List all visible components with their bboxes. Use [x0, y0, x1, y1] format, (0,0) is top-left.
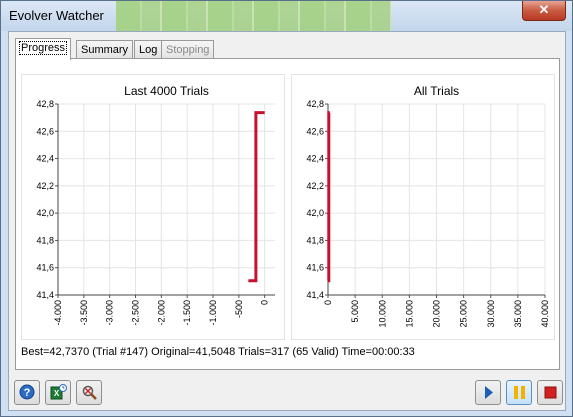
- y-tick-label: 41,8: [36, 235, 54, 245]
- x-tick-label: 25.000: [459, 300, 469, 328]
- zoom-icon: [82, 385, 97, 400]
- x-tick-label: 30.000: [486, 300, 496, 328]
- chart-last-trials-svg: Last 4000 Trials 41,4 41,6 41,8 42,0 42,2 42,4…: [36, 84, 275, 326]
- chart-all-trials-svg: All Trials 41,4 41,6 41,8 42,0 42,2 42,4 42,6 42…: [306, 84, 550, 328]
- series-line: [327, 111, 331, 283]
- y-tick-label: 42,8: [306, 99, 324, 109]
- series-line: [248, 111, 265, 283]
- close-button[interactable]: ✕: [522, 1, 566, 21]
- window-title: Evolver Watcher: [9, 8, 104, 23]
- x-tick-label: 40.000: [540, 300, 550, 328]
- y-tick-label: 42,8: [36, 99, 54, 109]
- pause-button[interactable]: [506, 380, 532, 405]
- x-tick-label: -3.000: [105, 300, 115, 326]
- y-tick-label: 41,8: [306, 235, 324, 245]
- svg-text:X: X: [54, 389, 60, 398]
- bottom-toolbar: ? X: [9, 373, 565, 410]
- x-tick-label: 15.000: [404, 300, 414, 328]
- tab-log-label: Log: [139, 44, 158, 56]
- x-tick-label: -4.000: [53, 300, 63, 326]
- x-tick-label: -500: [234, 300, 244, 318]
- stop-icon: [544, 386, 557, 399]
- excel-report-icon: X: [50, 384, 67, 400]
- x-tick-label: 0: [260, 300, 270, 305]
- pause-icon: [514, 386, 525, 399]
- y-tick-label: 42,2: [36, 181, 54, 191]
- tab-log[interactable]: Log: [134, 40, 163, 59]
- x-tick-label: 0: [323, 300, 333, 305]
- y-tick-label: 42,4: [36, 154, 54, 164]
- y-tick-label: 42,6: [306, 126, 324, 136]
- svg-text:?: ?: [24, 387, 31, 399]
- x-tick-label: -2.000: [156, 300, 166, 326]
- help-button[interactable]: ?: [14, 380, 40, 405]
- y-tick-label: 41,6: [306, 263, 324, 273]
- client-area: Progress Summary Log Stopping Options La…: [8, 31, 566, 411]
- progress-panel: Last 4000 Trials 41,4 41,6 41,8 42,0 42,2 42,4…: [15, 58, 560, 370]
- title-bar-decoration: [116, 1, 391, 31]
- play-button[interactable]: [475, 380, 501, 405]
- y-tick-label: 42,0: [36, 208, 54, 218]
- tab-progress-label: Progress: [18, 41, 68, 55]
- zoom-button[interactable]: [76, 380, 102, 405]
- y-tick-label: 42,6: [36, 126, 54, 136]
- excel-report-button[interactable]: X: [45, 380, 71, 405]
- tab-progress[interactable]: Progress: [15, 38, 72, 60]
- x-tick-label: -1.500: [182, 300, 192, 326]
- title-bar[interactable]: Evolver Watcher ✕: [1, 1, 572, 31]
- chart-last-trials: Last 4000 Trials 41,4 41,6 41,8 42,0 42,2 42,4…: [21, 74, 285, 340]
- play-icon: [485, 386, 493, 399]
- x-tick-label: 5.000: [350, 300, 360, 323]
- tab-summary[interactable]: Summary: [76, 40, 134, 59]
- tab-summary-label: Summary: [81, 44, 129, 56]
- y-tick-label: 41,4: [306, 290, 324, 300]
- x-tick-label: -3.500: [79, 300, 89, 326]
- y-tick-label: 42,4: [306, 154, 324, 164]
- help-icon: ?: [19, 384, 35, 400]
- chart-all-trials: All Trials 41,4 41,6 41,8 42,0 42,2 42,4 42,6 42…: [291, 74, 555, 340]
- chart-title: Last 4000 Trials: [124, 84, 209, 98]
- x-tick-label: -1.000: [208, 300, 218, 326]
- y-tick-label: 42,2: [306, 181, 324, 191]
- y-tick-label: 41,4: [36, 290, 54, 300]
- x-tick-label: 20.000: [432, 300, 442, 328]
- chart-title: All Trials: [414, 84, 459, 98]
- stop-button[interactable]: [537, 380, 563, 405]
- y-tick-label: 42,0: [306, 208, 324, 218]
- y-tick-label: 41,6: [36, 263, 54, 273]
- x-tick-label: -2.500: [131, 300, 141, 326]
- evolver-watcher-window: Evolver Watcher ✕ Progress Summary Log S…: [0, 0, 573, 417]
- tab-stopping-options: Stopping Options: [161, 40, 215, 74]
- x-tick-label: 35.000: [513, 300, 523, 328]
- status-text: Best=42,7370 (Trial #147) Original=41,50…: [21, 346, 415, 358]
- x-tick-label: 10.000: [377, 300, 387, 328]
